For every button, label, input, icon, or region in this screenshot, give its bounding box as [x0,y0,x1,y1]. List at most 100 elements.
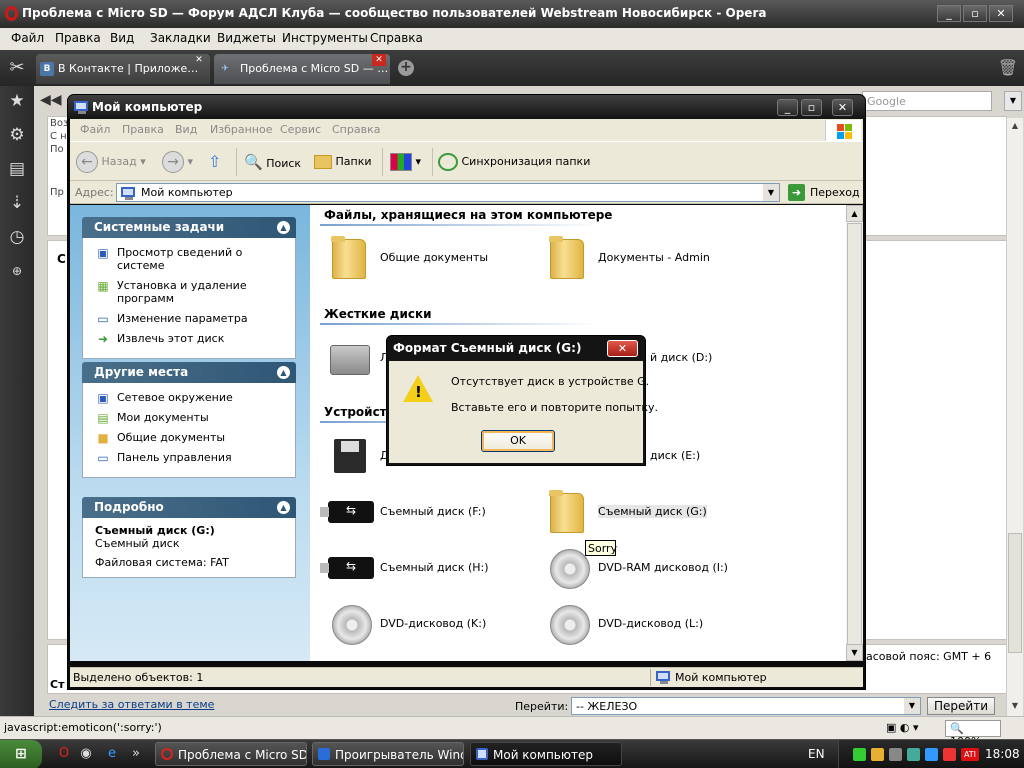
tab-close-icon[interactable]: ✕ [192,54,206,66]
add-panel-icon[interactable]: ⊕ [6,260,28,282]
search-button[interactable]: 🔍 Поиск [244,150,301,174]
tray-app-icon[interactable] [853,748,866,761]
task-add-remove-programs[interactable]: ▦ Установка и удаление программ [95,279,285,305]
goto-button[interactable]: Перейти [927,697,995,715]
task-view-system-info[interactable]: ▣ Просмотр сведений о системе [95,246,285,272]
dialog-close-button[interactable]: ✕ [607,340,638,357]
scroll-up-icon[interactable]: ▲ [1007,118,1023,134]
follow-topic-link[interactable]: Следить за ответами в теме [49,698,214,711]
search-engine-dropdown-icon[interactable]: ▼ [1004,91,1022,111]
opera-quicklaunch-icon[interactable]: O [56,746,72,762]
back-button[interactable]: ← Назад ▾ [76,150,146,174]
zoom-control[interactable]: 🔍 100% [945,720,1001,748]
tab-close-icon[interactable]: ✕ [372,54,386,66]
ati-icon[interactable]: ATI [961,748,979,761]
page-scrollbar[interactable]: ▲ ▼ [1006,118,1023,716]
maximize-button[interactable]: ▫ [963,5,987,22]
ie-quicklaunch-icon[interactable]: e [104,746,120,762]
ex-menu-view[interactable]: Вид [175,123,197,136]
menu-tools[interactable]: Инструменты [282,31,368,45]
place-shared-documents[interactable]: ■ Общие документы [95,431,285,445]
trash-icon[interactable]: 🗑 [998,58,1018,77]
collapse-chevron-icon[interactable]: ▲ [277,501,290,514]
ex-menu-file[interactable]: Файл [80,123,110,136]
task-media-player[interactable]: Проигрыватель Wind… [312,742,464,766]
collapse-chevron-icon[interactable]: ▲ [277,221,290,234]
start-button[interactable]: ⊞ [0,740,42,768]
go-button[interactable]: ➜ Переход [788,183,862,202]
volume-icon[interactable] [889,748,902,761]
tab-vkontakte[interactable]: В В Контакте | Приложе… ✕ [36,54,210,84]
more-quicklaunch-icon[interactable]: » [128,746,144,762]
system-tasks-header[interactable]: Системные задачи ▲ [82,217,296,238]
status-icons[interactable]: ▣ ◐ ▾ [886,721,919,734]
history-clock-icon[interactable]: ◷ [6,226,28,248]
menu-file[interactable]: Файл [11,31,44,45]
ex-menu-favorites[interactable]: Избранное [210,123,272,136]
views-button[interactable]: ▾ [390,150,421,174]
menu-bookmarks[interactable]: Закладки [150,31,211,45]
address-field[interactable]: Мой компьютер ▼ [116,183,780,202]
explorer-minimize-button[interactable]: _ [777,99,798,116]
tray-connection-icon[interactable] [925,748,938,761]
explorer-close-button[interactable]: ✕ [832,99,853,116]
task-opera[interactable]: Проблема с Micro SD … [155,742,307,766]
scroll-thumb[interactable] [847,223,862,645]
scroll-down-icon[interactable]: ▼ [846,644,863,661]
explorer-maximize-button[interactable]: ▫ [801,99,822,116]
chevron-down-icon[interactable]: ▼ [763,184,779,201]
menu-view[interactable]: Вид [110,31,134,45]
up-folder-icon[interactable]: ⇧ [208,150,221,174]
transfers-icon[interactable]: ⇣ [6,192,28,214]
scroll-up-icon[interactable]: ▲ [846,205,863,222]
notes-icon[interactable]: ▤ [6,158,28,180]
menu-edit[interactable]: Правка [55,31,101,45]
close-button[interactable]: ✕ [989,5,1013,22]
place-control-panel[interactable]: ▭ Панель управления [95,451,285,465]
scroll-down-icon[interactable]: ▼ [1007,698,1023,714]
chevron-down-icon[interactable]: ▼ [904,698,920,714]
search-input[interactable]: Google [862,91,992,111]
menu-widgets[interactable]: Виджеты [217,31,276,45]
collapse-chevron-icon[interactable]: ▲ [277,366,290,379]
place-my-documents[interactable]: ▤ Мои документы [95,411,285,425]
ex-menu-service[interactable]: Сервис [280,123,321,136]
item-disk-h[interactable]: Съемный диск (H:) [320,545,526,591]
tray-security-icon[interactable] [943,748,956,761]
language-indicator[interactable]: EN [808,747,825,761]
forward-button[interactable]: → ▾ [162,150,193,174]
tray-network-icon[interactable] [907,748,920,761]
item-disk-g[interactable]: Съемный диск (G:) [544,489,744,535]
ex-menu-help[interactable]: Справка [332,123,380,136]
task-eject-disk[interactable]: ➜ Извлечь этот диск [95,332,285,346]
item-shared-documents[interactable]: Общие документы [326,235,526,281]
place-network[interactable]: ▣ Сетевое окружение [95,391,285,405]
new-tab-button[interactable]: + [398,60,414,76]
menu-help[interactable]: Справка [370,31,423,45]
item-drive-k[interactable]: DVD-дисковод (K:) [326,601,526,647]
item-label: DVD-RAM дисковод (I:) [598,561,728,574]
ex-menu-edit[interactable]: Правка [122,123,164,136]
forum-jump-select[interactable]: -- ЖЕЛЕЗО ▼ [571,697,921,715]
tools-icon[interactable]: ✂ [2,54,32,82]
back-nav-icon[interactable]: ◀◀ [40,92,62,108]
item-drive-i[interactable]: DVD-RAM дисковод (I:) [544,545,764,591]
bookmarks-star-icon[interactable]: ★ [6,90,28,112]
item-admin-documents[interactable]: Документы - Admin [544,235,744,281]
scroll-thumb[interactable] [1008,533,1022,653]
folders-button[interactable]: Папки [314,150,372,174]
other-places-header[interactable]: Другие места ▲ [82,362,296,383]
task-my-computer[interactable]: Мой компьютер [470,742,622,766]
details-header[interactable]: Подробно ▲ [82,497,296,518]
task-change-setting[interactable]: ▭ Изменение параметра [95,312,285,326]
sync-folder-button[interactable]: Синхронизация папки [438,150,590,174]
ok-button[interactable]: OK [481,430,555,452]
item-disk-f[interactable]: Съемный диск (F:) [320,489,526,535]
item-drive-l[interactable]: DVD-дисковод (L:) [544,601,744,647]
content-scrollbar[interactable]: ▲ ▼ [846,205,863,661]
minimize-button[interactable]: _ [937,5,961,22]
tab-forum[interactable]: ✈ Проблема с Micro SD — … ✕ [214,54,390,84]
media-quicklaunch-icon[interactable]: ◉ [78,746,94,762]
widgets-gear-icon[interactable]: ⚙ [6,124,28,146]
tray-folder-icon[interactable] [871,748,884,761]
